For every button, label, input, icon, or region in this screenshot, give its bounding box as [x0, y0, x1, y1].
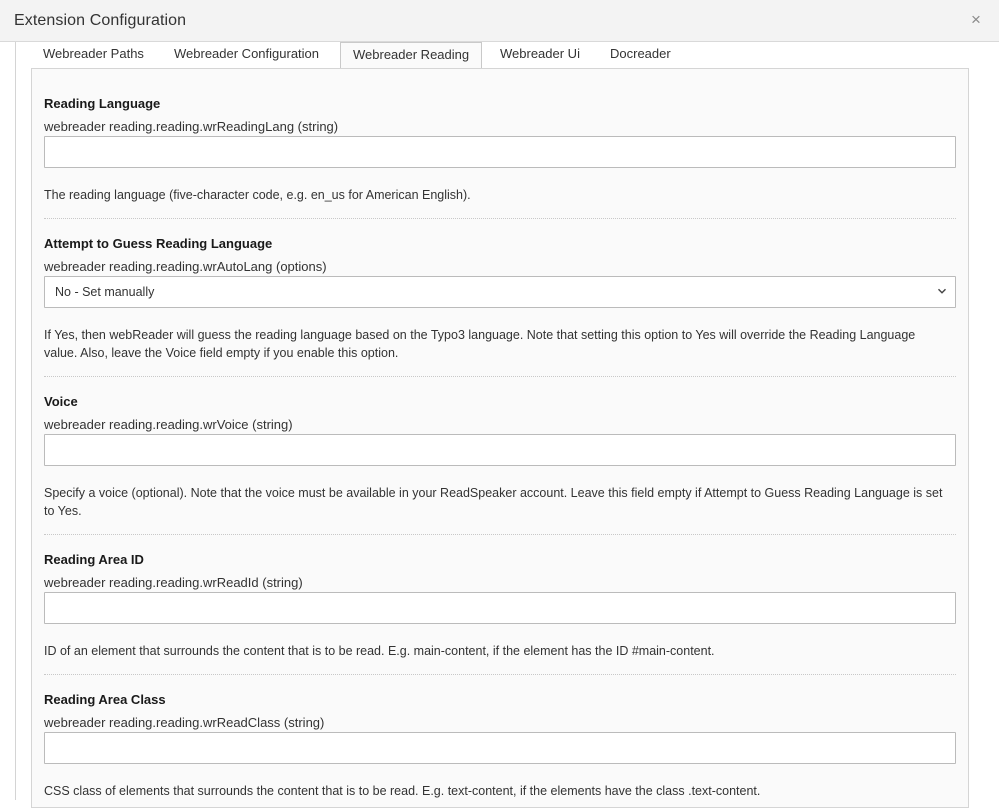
field-title: Reading Area ID	[44, 552, 144, 567]
divider	[44, 376, 956, 377]
field-description: ID of an element that surrounds the cont…	[44, 644, 715, 658]
divider	[44, 218, 956, 219]
field-key: webreader reading.reading.wrReadClass (s…	[44, 715, 325, 730]
field-title: Reading Language	[44, 96, 161, 111]
field-description: CSS class of elements that surrounds the…	[44, 784, 761, 798]
select-value: No - Set manually	[55, 285, 155, 299]
tab-webreader-configuration[interactable]: Webreader Configuration	[162, 42, 331, 69]
tab-docreader[interactable]: Docreader	[598, 42, 683, 69]
field-description: The reading language (five-character cod…	[44, 188, 471, 202]
left-border	[15, 42, 16, 800]
field-key: webreader reading.reading.wrReadingLang …	[44, 119, 339, 134]
auto-lang-select[interactable]: No - Set manually	[44, 276, 956, 308]
modal-body: Webreader Paths Webreader Configuration …	[0, 42, 999, 808]
modal-header: Extension Configuration ×	[0, 0, 999, 42]
tab-webreader-ui[interactable]: Webreader Ui	[488, 42, 592, 69]
modal-title: Extension Configuration	[14, 12, 187, 29]
field-key: webreader reading.reading.wrAutoLang (op…	[44, 259, 327, 274]
reading-area-class-input[interactable]	[44, 732, 956, 764]
voice-input[interactable]	[44, 434, 956, 466]
field-description: Specify a voice (optional). Note that th…	[44, 486, 943, 518]
field-title: Reading Area Class	[44, 692, 166, 707]
field-key: webreader reading.reading.wrReadId (stri…	[44, 575, 303, 590]
field-title: Voice	[44, 394, 78, 409]
divider	[44, 674, 956, 675]
chevron-down-icon	[937, 288, 947, 294]
tab-webreader-reading[interactable]: Webreader Reading	[340, 42, 483, 70]
tab-panel-webreader-reading: Reading Language webreader reading.readi…	[31, 68, 969, 808]
reading-language-input[interactable]	[44, 136, 956, 168]
reading-area-id-input[interactable]	[44, 592, 956, 624]
divider	[44, 534, 956, 535]
tab-webreader-paths[interactable]: Webreader Paths	[31, 42, 156, 69]
field-key: webreader reading.reading.wrVoice (strin…	[44, 417, 293, 432]
field-title: Attempt to Guess Reading Language	[44, 236, 273, 251]
tab-bar: Webreader Paths Webreader Configuration …	[31, 42, 969, 70]
close-icon[interactable]: ×	[969, 11, 983, 29]
field-description: If Yes, then webReader will guess the re…	[44, 328, 916, 360]
